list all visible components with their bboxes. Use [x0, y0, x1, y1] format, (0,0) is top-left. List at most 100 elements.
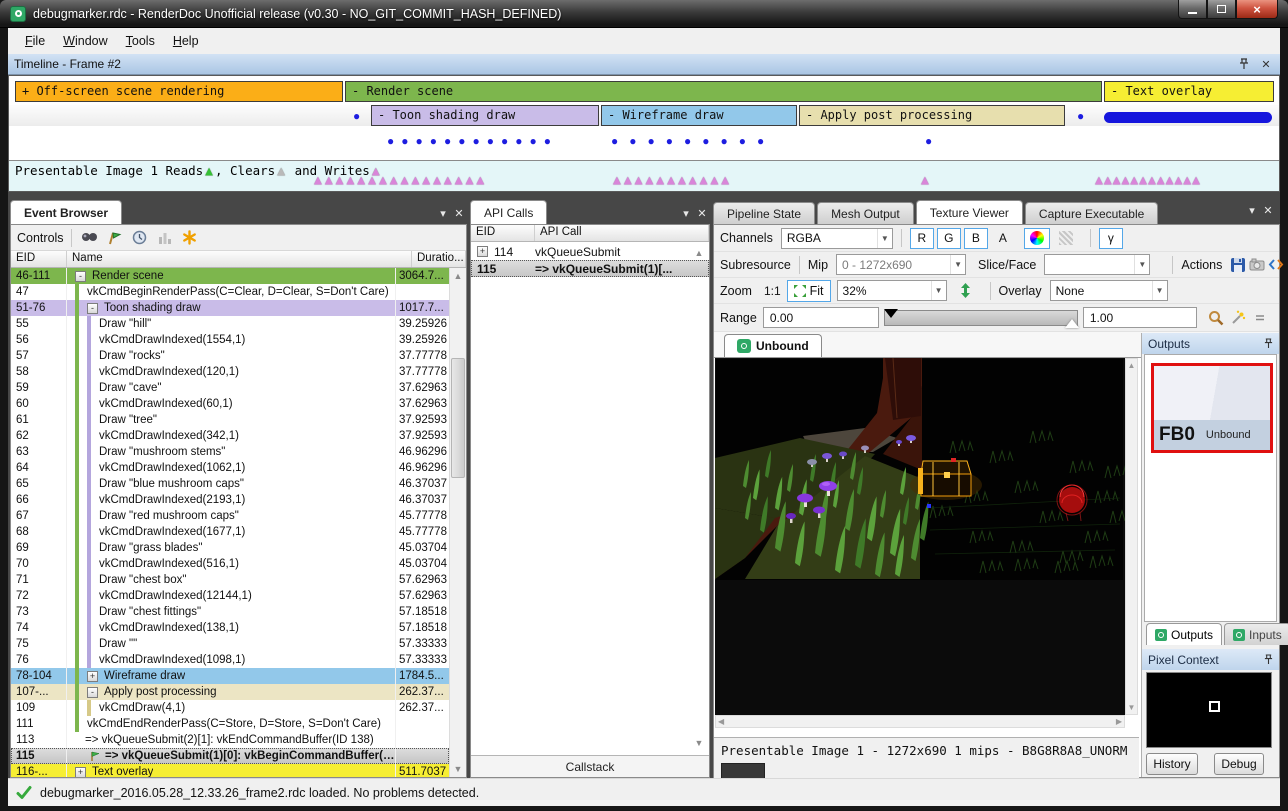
pin-icon[interactable]: [1236, 57, 1252, 71]
pin-icon[interactable]: [1264, 654, 1273, 665]
flip-y-icon[interactable]: [955, 281, 977, 301]
expander-minus-icon[interactable]: -: [87, 303, 98, 314]
scroll-up-icon[interactable]: ▲: [450, 268, 466, 284]
panel-menu-icon[interactable]: ▾: [1244, 204, 1260, 217]
white-point-handle[interactable]: [1065, 319, 1079, 328]
expander-plus-icon[interactable]: +: [87, 671, 98, 682]
event-row[interactable]: 61Draw "tree"37.92593: [11, 412, 449, 428]
history-button[interactable]: History: [1146, 753, 1198, 775]
view-texture-as-buffer-icon[interactable]: [1268, 255, 1284, 275]
timeline-marker-wireframe-draw[interactable]: - Wireframe draw: [601, 105, 797, 126]
open-texture-list-icon[interactable]: [1249, 255, 1265, 275]
event-row[interactable]: 56vkCmdDrawIndexed(1554,1)39.25926: [11, 332, 449, 348]
timeline-marker-off-screen-scene-rendering[interactable]: + Off-screen scene rendering: [15, 81, 343, 102]
timeline-marker-toon-shading-draw[interactable]: - Toon shading draw: [371, 105, 599, 126]
api-table-header[interactable]: EID API Call: [471, 225, 709, 242]
find-event-icon[interactable]: [79, 228, 101, 248]
close-button[interactable]: ×: [1236, 0, 1278, 19]
event-row[interactable]: 58vkCmdDrawIndexed(120,1)37.77778: [11, 364, 449, 380]
time-draws-clock-icon[interactable]: [129, 228, 151, 248]
event-row[interactable]: 116-...+Text overlay511.7037: [11, 764, 449, 777]
scroll-thumb[interactable]: [451, 358, 465, 478]
overlay-dropdown[interactable]: None▼: [1050, 280, 1168, 301]
column-name[interactable]: Name: [67, 251, 412, 267]
fit-button[interactable]: Fit: [787, 280, 831, 302]
texture-horizontal-scrollbar[interactable]: ◀▶: [715, 715, 1125, 728]
tab-event-browser[interactable]: Event Browser: [10, 200, 122, 224]
event-row[interactable]: 63Draw "mushroom stems"46.96296: [11, 444, 449, 460]
event-row[interactable]: 64vkCmdDrawIndexed(1062,1)46.96296: [11, 460, 449, 476]
close-icon[interactable]: ✕: [1258, 57, 1274, 71]
expander-plus-icon[interactable]: +: [477, 246, 488, 257]
tab-api-calls[interactable]: API Calls: [470, 200, 547, 224]
event-row[interactable]: 111vkCmdEndRenderPass(C=Store, D=Store, …: [11, 716, 449, 732]
maximize-button[interactable]: [1207, 0, 1236, 19]
pixel-context-view[interactable]: [1146, 672, 1272, 748]
fb0-thumbnail[interactable]: FB0 Unbound: [1151, 363, 1273, 453]
timeline-panel[interactable]: + Off-screen scene rendering- Render sce…: [8, 75, 1280, 192]
timeline-marker-apply-post-processing[interactable]: - Apply post processing: [799, 105, 1065, 126]
event-row[interactable]: 76vkCmdDrawIndexed(1098,1)57.33333: [11, 652, 449, 668]
event-row[interactable]: 72vkCmdDrawIndexed(12144,1)57.62963: [11, 588, 449, 604]
column-duration[interactable]: Duratio...: [412, 251, 466, 267]
api-row[interactable]: +114vkQueueSubmit: [471, 243, 709, 260]
panel-close-icon[interactable]: ✕: [1260, 204, 1276, 217]
bookmark-asterisk-icon[interactable]: [179, 228, 201, 248]
timeline-marker-render-scene[interactable]: - Render scene: [345, 81, 1102, 102]
black-point-handle[interactable]: [884, 309, 898, 318]
event-row[interactable]: 115=> vkQueueSubmit(1)[0]: vkBeginComman…: [11, 748, 449, 764]
event-row[interactable]: 107-...-Apply post processing262.37...: [11, 684, 449, 700]
tab-outputs[interactable]: Outputs: [1146, 623, 1222, 645]
tab-capture-executable[interactable]: Capture Executable: [1025, 202, 1158, 224]
api-row[interactable]: 115=> vkQueueSubmit(1)[...: [471, 260, 709, 277]
timeline-panel-header[interactable]: Timeline - Frame #2 ✕: [8, 54, 1280, 75]
event-row[interactable]: 73Draw "chest fittings"57.18518: [11, 604, 449, 620]
expander-minus-icon[interactable]: -: [87, 687, 98, 698]
scroll-down-icon[interactable]: ▼: [691, 735, 707, 751]
mip-dropdown[interactable]: 0 - 1272x690▼: [836, 254, 966, 275]
timeline-marker-text-overlay[interactable]: - Text overlay: [1104, 81, 1274, 102]
toolbar-overflow-icon[interactable]: [1251, 308, 1270, 328]
scroll-down-icon[interactable]: ▼: [450, 761, 466, 777]
tab-unbound-texture[interactable]: Unbound: [724, 334, 822, 357]
expander-plus-icon[interactable]: +: [75, 767, 86, 778]
event-row[interactable]: 78-104+Wireframe draw1784.5...: [11, 668, 449, 684]
event-row[interactable]: 46-111-Render scene3064.7...: [11, 268, 449, 284]
event-row[interactable]: 55Draw "hill"39.25926: [11, 316, 449, 332]
menu-item-help[interactable]: Help: [164, 30, 208, 52]
event-row[interactable]: 71Draw "chest box"57.62963: [11, 572, 449, 588]
channel-g-button[interactable]: G: [937, 228, 961, 249]
pixel-context-header[interactable]: Pixel Context: [1142, 649, 1279, 670]
callstack-footer[interactable]: Callstack: [471, 755, 709, 777]
event-row[interactable]: 75Draw ""57.33333: [11, 636, 449, 652]
event-row[interactable]: 60vkCmdDrawIndexed(60,1)37.62963: [11, 396, 449, 412]
gamma-button[interactable]: γ: [1099, 228, 1123, 249]
statistics-icon[interactable]: [154, 228, 176, 248]
event-row[interactable]: 67Draw "red mushroom caps"45.77778: [11, 508, 449, 524]
event-table-header[interactable]: EID Name Duratio...: [11, 251, 466, 268]
autofit-wand-icon[interactable]: [1229, 308, 1248, 328]
channel-a-button[interactable]: A: [991, 228, 1015, 249]
event-row[interactable]: 74vkCmdDrawIndexed(138,1)57.18518: [11, 620, 449, 636]
panel-menu-icon[interactable]: ▾: [678, 207, 694, 220]
panel-close-icon[interactable]: ✕: [451, 207, 467, 220]
range-slider[interactable]: [884, 310, 1078, 326]
column-api-call[interactable]: API Call: [535, 225, 709, 241]
event-row[interactable]: 109vkCmdDraw(4,1)262.37...: [11, 700, 449, 716]
event-row[interactable]: 69Draw "grass blades"45.03704: [11, 540, 449, 556]
goto-eid-flag-icon[interactable]: [104, 228, 126, 248]
channel-b-button[interactable]: B: [964, 228, 988, 249]
event-row[interactable]: 51-76-Toon shading draw1017.7...: [11, 300, 449, 316]
event-row[interactable]: 68vkCmdDrawIndexed(1677,1)45.77778: [11, 524, 449, 540]
event-row[interactable]: 57Draw "rocks"37.77778: [11, 348, 449, 364]
pin-icon[interactable]: [1264, 338, 1273, 349]
menu-item-tools[interactable]: Tools: [117, 30, 164, 52]
tab-mesh-output[interactable]: Mesh Output: [817, 202, 914, 224]
event-row[interactable]: 62vkCmdDrawIndexed(342,1)37.92593: [11, 428, 449, 444]
save-texture-icon[interactable]: [1230, 255, 1246, 275]
texture-vertical-scrollbar[interactable]: ▲▼: [1125, 358, 1138, 715]
event-row[interactable]: 65Draw "blue mushroom caps"46.37037: [11, 476, 449, 492]
column-eid[interactable]: EID: [471, 225, 535, 241]
channels-dropdown[interactable]: RGBA▼: [781, 228, 893, 249]
slice-face-dropdown[interactable]: ▼: [1044, 254, 1150, 275]
